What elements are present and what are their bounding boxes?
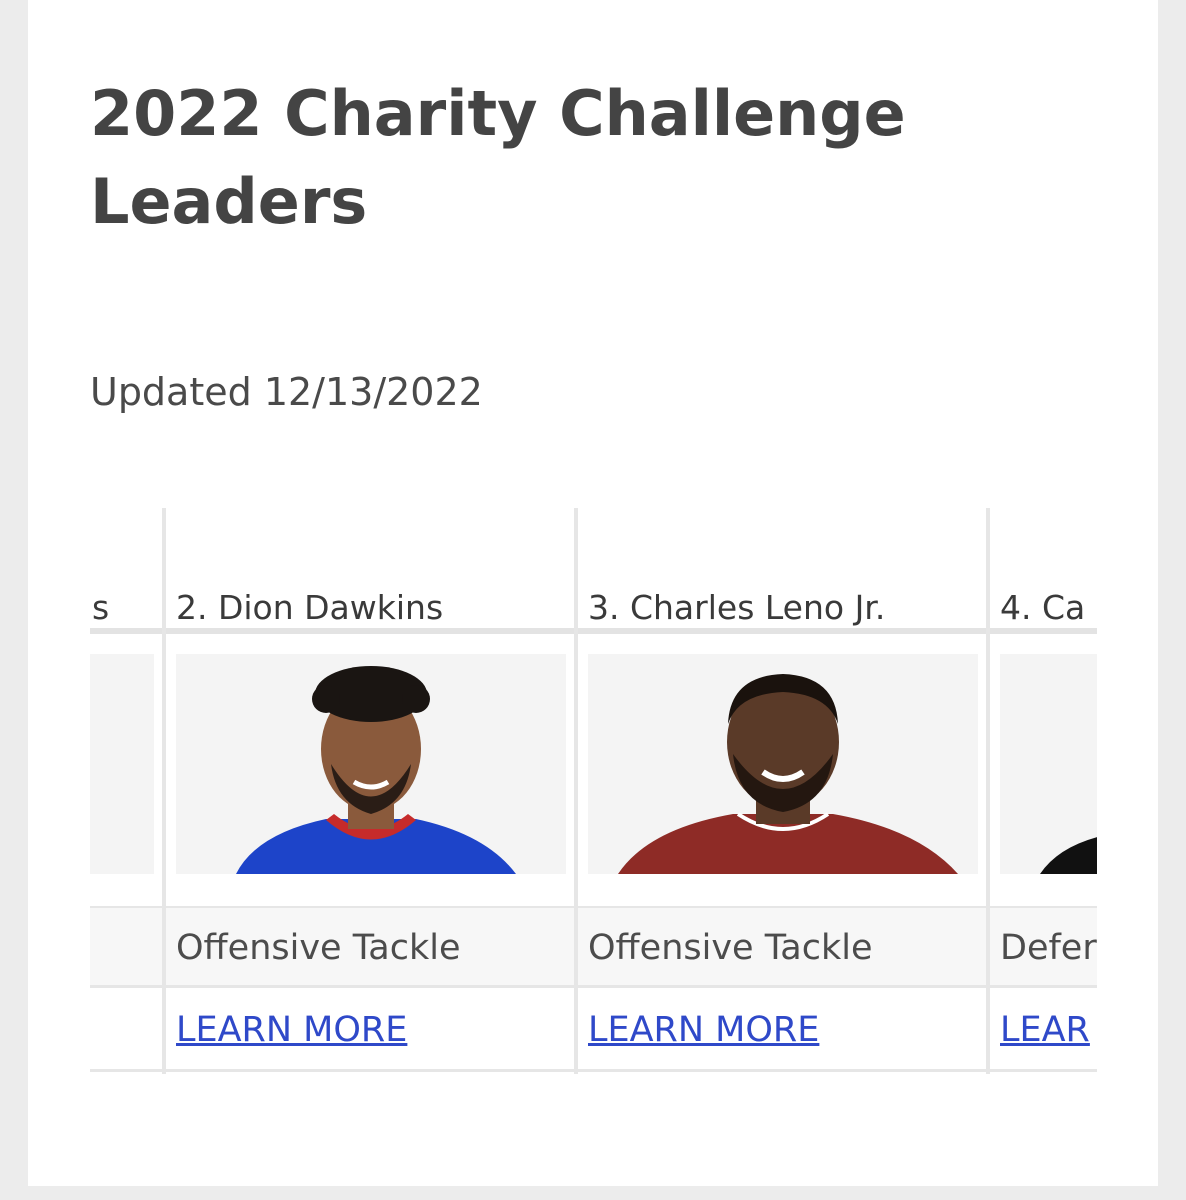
leader-position: Defer	[1000, 928, 1097, 968]
leaders-track: s 2. Dion Dawkins Offensive Tackle LEARN…	[90, 508, 1097, 1074]
leaders-table[interactable]: s 2. Dion Dawkins Offensive Tackle LEARN…	[90, 508, 1097, 1074]
leader-column-3: 3. Charles Leno Jr. Offensive Tackle LEA…	[574, 508, 986, 1074]
leader-position: Offensive Tackle	[176, 928, 461, 968]
leader-name-fragment: s	[92, 588, 110, 627]
leader-name-cell: 2. Dion Dawkins	[166, 508, 574, 634]
leader-photo-cell	[166, 640, 574, 906]
leader-name: 4. Ca	[1000, 588, 1086, 627]
leader-column-4: 4. Ca Defer LEAR	[986, 508, 1097, 1074]
leader-column-1: s	[90, 508, 162, 1074]
leader-position-cell: Defer	[990, 906, 1097, 988]
leader-link-cell: LEARN MORE	[166, 988, 574, 1072]
leader-link-cell: LEARN MORE	[578, 988, 986, 1072]
player-headshot	[1000, 654, 1097, 874]
page-title: 2022 Charity Challenge Leaders	[90, 77, 906, 238]
leader-photo	[90, 654, 154, 874]
leader-position-cell: Offensive Tackle	[166, 906, 574, 988]
leader-photo-cell	[990, 640, 1097, 906]
leader-column-2: 2. Dion Dawkins Offensive Tackle LEARN M…	[162, 508, 574, 1074]
leader-name-cell: 4. Ca	[990, 508, 1097, 634]
player-headshot-charles-leno	[588, 654, 978, 874]
leader-link-cell	[90, 988, 162, 1072]
player-headshot-dion-dawkins	[176, 654, 566, 874]
leader-position: Offensive Tackle	[588, 928, 873, 968]
article-card: 2022 Charity Challenge Leaders Updated 1…	[28, 0, 1158, 1186]
leader-name: 3. Charles Leno Jr.	[588, 588, 886, 627]
learn-more-link[interactable]: LEARN MORE	[176, 1010, 407, 1050]
leader-position-cell	[90, 906, 162, 988]
learn-more-link[interactable]: LEAR	[1000, 1010, 1090, 1050]
updated-date: Updated 12/13/2022	[90, 370, 483, 414]
leader-name-cell: 3. Charles Leno Jr.	[578, 508, 986, 634]
leader-name-cell: s	[90, 508, 162, 634]
leader-position-cell: Offensive Tackle	[578, 906, 986, 988]
leader-photo-cell	[90, 640, 162, 906]
leader-link-cell: LEAR	[990, 988, 1097, 1072]
leader-name: 2. Dion Dawkins	[176, 588, 444, 627]
leader-photo-cell	[578, 640, 986, 906]
learn-more-link[interactable]: LEARN MORE	[588, 1010, 819, 1050]
